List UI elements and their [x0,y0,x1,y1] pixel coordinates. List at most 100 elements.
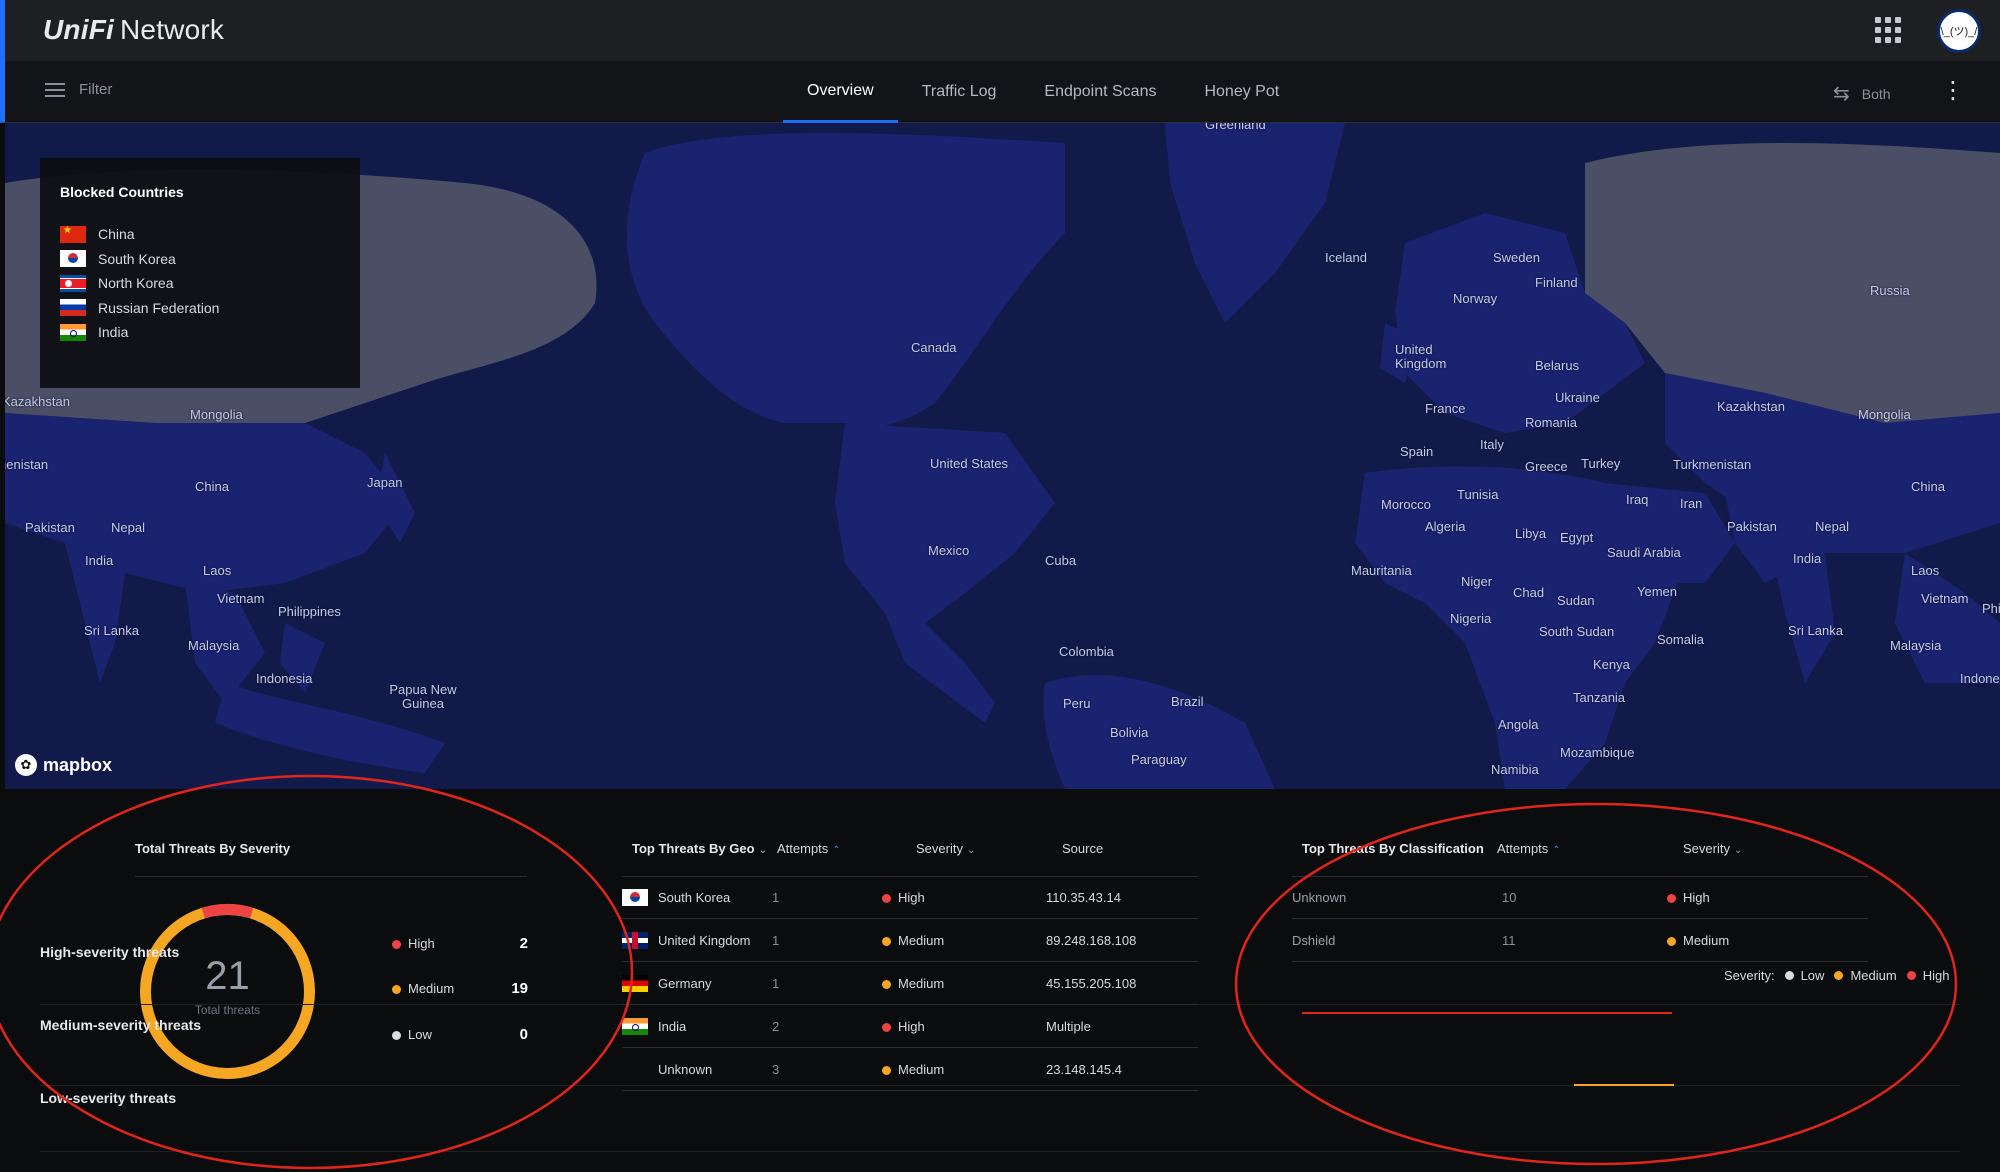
tab-honey-pot[interactable]: Honey Pot [1180,61,1303,123]
map-label: Romania [1525,415,1578,430]
top-bar: UniFi Network \_(ツ)_/ [0,0,2000,61]
blocked-country-item: South Korea [60,247,340,272]
map-label: Chad [1513,585,1545,600]
geo-panel-title[interactable]: Top Threats By Geo ⌄ [632,841,767,856]
legend-value: 2 [519,935,528,952]
table-row[interactable]: Germany 1 Medium 45.155.205.108 [622,963,1198,1005]
row-severity: Medium [1683,933,1730,948]
unknown-bar [1302,1012,1672,1014]
map-label: Phi [1982,601,2000,616]
medium-dot-icon [882,937,891,947]
map-label: Indone [1960,671,2000,686]
divider [40,1151,1960,1152]
classification-attempts-header[interactable]: Attempts ⌃ [1497,841,1561,856]
direction-toggle[interactable]: ⇆ Both [1833,81,1891,106]
map-label: Japan [367,475,403,490]
row-source: 45.155.205.108 [1046,976,1137,991]
map-label: Finland [1535,275,1578,290]
map-label: Peru [1063,696,1091,711]
row-source: 110.35.43.14 [1046,890,1121,905]
map-label: China [195,479,229,494]
classification-severity-header[interactable]: Severity ⌄ [1683,841,1742,856]
filter-label: Filter [79,81,113,98]
blocked-countries-title: Blocked Countries [60,184,184,200]
row-classification: Dshield [1292,933,1336,948]
medium-dot-icon [392,985,401,995]
high-dot-icon [1906,971,1916,980]
filter-button[interactable]: Filter [45,81,112,98]
table-row[interactable]: Unknown 10 High [1292,877,1868,919]
total-threats-label: Total threats [194,1003,261,1017]
legend-label: Medium [408,981,455,996]
country-name: China [98,226,135,243]
nav-bar: Filter Overview Traffic Log Endpoint Sca… [0,61,2000,123]
map-label: Saudi Arabia [1607,545,1681,560]
map-label: Bolivia [1110,725,1149,740]
map-label: Laos [1911,563,1940,578]
classification-panel-title: Top Threats By Classification [1302,841,1484,856]
brand-name: UniFi [43,14,114,45]
table-row[interactable]: South Korea 1 High 110.35.43.14 [622,877,1198,919]
map-label: Mongolia [190,407,243,422]
map-label: Iran [1680,496,1703,511]
legend-high: High 2 [392,935,528,952]
legend-medium: Medium 19 [392,980,528,997]
geo-source-header[interactable]: Source [1062,841,1103,856]
table-row[interactable]: Dshield 11 Medium [1292,920,1868,962]
map-label: South Sudan [1539,624,1615,639]
map-label: Sri Lanka [1788,623,1843,638]
map-label: Kenya [1593,657,1630,672]
tab-overview[interactable]: Overview [783,61,898,123]
apps-grid-icon[interactable] [1875,17,1901,43]
high-dot-icon [882,894,891,904]
row-severity: Medium [898,933,945,948]
map-label: Niger [1461,574,1493,589]
map-label: Colombia [1059,644,1114,659]
avatar[interactable]: \_(ツ)_/ [1937,9,1981,53]
map-label: Malaysia [1890,638,1942,653]
legend-label: Low [1800,968,1825,983]
blocked-country-item: North Korea [60,271,340,296]
medium-dot-icon [1834,971,1844,980]
map-label: Brazil [1171,694,1204,709]
legend-low: Low 0 [392,1026,528,1043]
map-label: nenistan [5,457,49,472]
map-label: Greenland [1205,123,1266,132]
row-country: India [658,1019,687,1034]
row-attempts: 1 [772,976,780,991]
south-korea-flag-icon [622,889,648,906]
map-label: Nigeria [1450,611,1492,626]
table-row[interactable]: Unknown 3 Medium 23.148.145.4 [622,1049,1198,1091]
high-dot-icon [1667,894,1676,904]
geo-attempts-header[interactable]: Attempts ⌃ [777,841,841,856]
dshield-bar [1574,1084,1674,1086]
map-label: Norway [1453,291,1498,306]
geo-severity-header[interactable]: Severity ⌄ [916,841,975,856]
severity-panel-title: Total Threats By Severity [135,841,291,856]
map-label: Philippines [278,604,341,619]
donut-center: 21 Total threats [140,954,315,1017]
legend-value: 19 [511,980,528,997]
map-label: Yemen [1637,584,1677,599]
map-label: Vietnam [217,591,265,606]
map-label: Algeria [1425,519,1466,534]
row-attempts: 11 [1502,933,1516,948]
map-label: Russia [1870,283,1910,298]
table-row[interactable]: United Kingdom 1 Medium 89.248.168.108 [622,920,1198,962]
high-dot-icon [882,1023,891,1033]
app-logo[interactable]: UniFi Network [43,14,224,46]
product-name: Network [120,14,225,45]
map-label: Greece [1525,459,1568,474]
tab-traffic-log[interactable]: Traffic Log [898,61,1021,123]
table-row[interactable]: India 2 High Multiple [622,1006,1198,1048]
mapbox-label: mapbox [43,754,113,775]
tab-endpoint-scans[interactable]: Endpoint Scans [1020,61,1180,123]
mapbox-attribution[interactable]: ✿ mapbox [15,754,112,776]
medium-dot-icon [1667,937,1676,947]
more-options-icon[interactable]: ⋮ [1941,79,1965,103]
map-label: India [85,553,114,568]
map-label: Vietnam [1921,591,1969,606]
map-label: Paraguay [1131,752,1187,767]
map-label: Canada [911,340,957,355]
row-attempts: 1 [772,933,780,948]
